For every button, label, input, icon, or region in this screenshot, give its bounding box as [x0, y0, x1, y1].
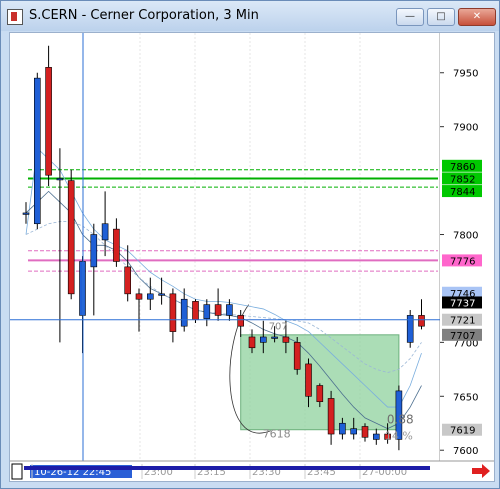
- candle-body: [67, 180, 75, 295]
- candle-body: [22, 212, 30, 215]
- candle-body: [124, 266, 131, 295]
- price-tag-label: 7860: [450, 162, 475, 173]
- price-tag-label: 7844: [450, 187, 475, 198]
- zone-percent-label: 14 %: [385, 429, 413, 442]
- candle-body: [316, 385, 324, 402]
- zone-low-label: 7618: [263, 427, 291, 440]
- candle-body: [214, 304, 222, 316]
- candle-body: [192, 301, 199, 321]
- candle-body: [418, 315, 425, 327]
- candle-body: [226, 304, 233, 316]
- candle-body: [113, 228, 120, 262]
- price-tag-label: 7737: [450, 298, 475, 309]
- candle-body: [56, 178, 64, 181]
- zone-top-label: 707: [269, 321, 288, 332]
- price-tick-label: 7600: [453, 446, 478, 457]
- chart-area[interactable]: 707 7618 0.88 14 % 7950 7900 7800 7700 7650 7…: [9, 32, 495, 482]
- candle-body: [90, 234, 98, 268]
- candle-body: [169, 293, 177, 332]
- candle-body: [293, 342, 301, 370]
- candle-body: [260, 336, 267, 343]
- scroll-box[interactable]: [11, 463, 23, 480]
- candle-body: [372, 433, 380, 440]
- price-tick-label: 7950: [453, 69, 478, 80]
- price-tag-label: 7721: [450, 316, 475, 327]
- candle-body: [237, 315, 244, 327]
- title-bar[interactable]: S.CERN - Cerner Corporation, 3 Min — □ ✕: [1, 1, 499, 31]
- price-tick-label: 7650: [453, 392, 478, 403]
- price-tag-label: 7619: [450, 426, 475, 437]
- candle-body: [305, 363, 312, 397]
- candle-body: [180, 298, 188, 327]
- candle-body: [147, 293, 154, 300]
- minimize-button[interactable]: —: [396, 8, 424, 26]
- price-tag-label: 7776: [450, 256, 475, 267]
- price-tag-label: 7852: [450, 174, 475, 185]
- window-title: S.CERN - Cerner Corporation, 3 Min: [29, 8, 259, 23]
- candle-body: [33, 77, 41, 225]
- chart-window: S.CERN - Cerner Corporation, 3 Min — □ ✕…: [0, 0, 500, 489]
- app-icon: [7, 9, 23, 25]
- candle-body: [271, 336, 278, 339]
- close-button[interactable]: ✕: [458, 8, 496, 26]
- candle-body: [339, 422, 346, 435]
- candle-body: [282, 336, 290, 343]
- candle-body: [361, 426, 369, 438]
- zone-right-label: 0.88: [387, 412, 414, 426]
- candle-body: [203, 304, 211, 319]
- price-tag-label: 7707: [450, 331, 475, 342]
- price-chart[interactable]: 707 7618 0.88 14 % 795079007800770076507…: [10, 33, 494, 481]
- candle-body: [45, 67, 52, 176]
- price-tick-label: 7800: [453, 231, 478, 242]
- candle-body: [158, 293, 165, 296]
- candle-body: [101, 223, 109, 241]
- candle-body: [248, 336, 256, 349]
- candle-body: [327, 398, 335, 435]
- scroll-bar[interactable]: [24, 466, 430, 470]
- candle-body: [135, 293, 143, 300]
- price-tick-label: 7900: [453, 123, 478, 134]
- maximize-button[interactable]: □: [427, 8, 455, 26]
- highlight-zone: [240, 334, 400, 431]
- candle-body: [350, 428, 358, 435]
